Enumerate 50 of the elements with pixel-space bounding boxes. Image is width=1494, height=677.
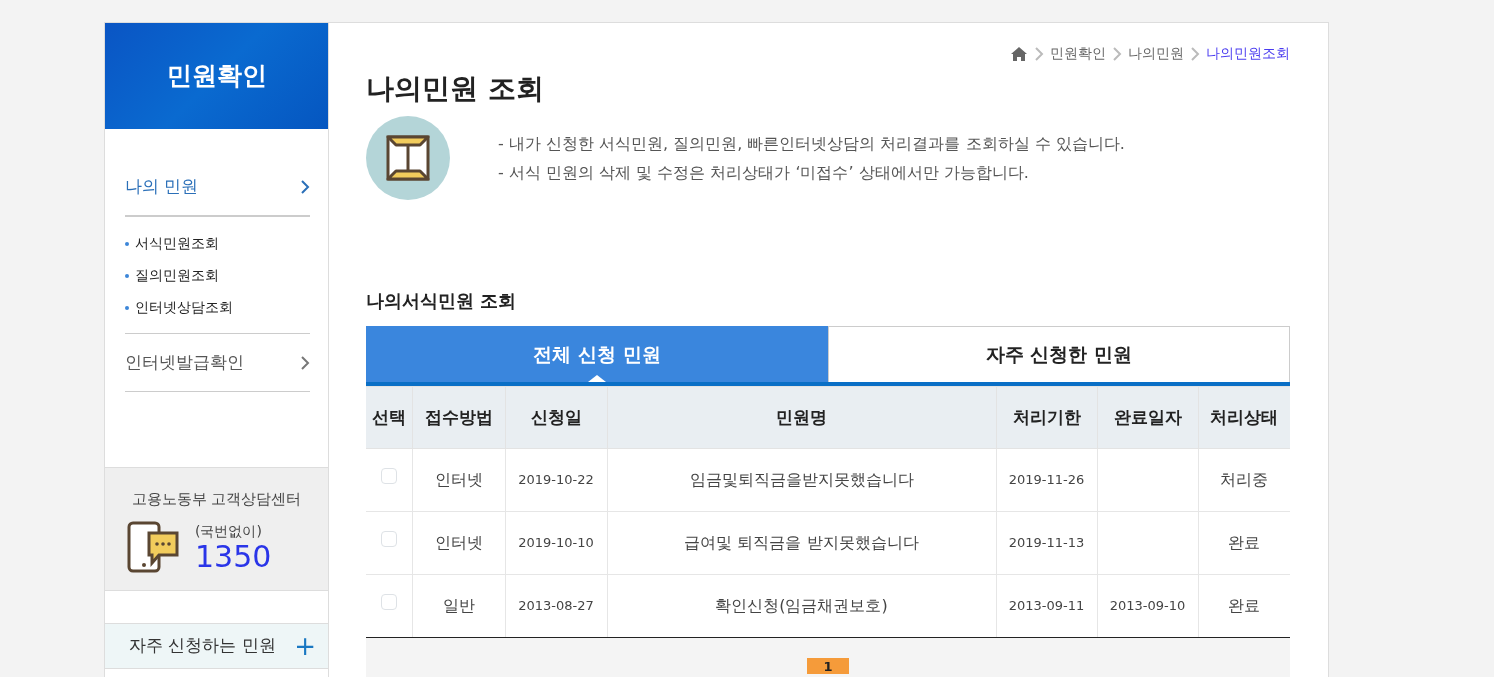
column-header: 선택	[366, 386, 412, 449]
notice-text: - 내가 신청한 서식민원, 질의민원, 빠른인터넷상담의 처리결과를 조회하실 수 있습니다.	[498, 132, 1125, 155]
page-button[interactable]: 1	[807, 658, 849, 675]
column-header: 처리기한	[996, 386, 1097, 449]
tab[interactable]: 전체 신청 민원	[366, 326, 828, 383]
column-header: 완료일자	[1097, 386, 1198, 449]
chevron-icon	[1190, 45, 1200, 62]
row-checkbox[interactable]	[380, 594, 397, 611]
chevron-icon	[300, 179, 310, 195]
page-title: 나의민원 조회	[366, 72, 545, 106]
tab[interactable]: 자주 신청한 민원	[828, 326, 1290, 383]
table-cell: 임금및퇴직금을받지못했습니다	[607, 448, 996, 512]
table-cell: 2019-11-13	[996, 511, 1097, 575]
column-header: 처리상태	[1198, 386, 1290, 449]
helpdesk-note: (국번없이)	[195, 522, 263, 541]
menu-item[interactable]: 인터넷발급확인	[125, 334, 310, 392]
home-icon[interactable]	[1010, 45, 1028, 62]
table-cell: 확인신청(임금채권보호)	[607, 574, 996, 638]
envelope-icon	[366, 115, 450, 200]
helpdesk-title: 고용노동부 고객상담센터	[130, 489, 303, 510]
column-header: 신청일	[505, 386, 607, 449]
table-cell: 2019-10-10	[505, 511, 607, 575]
table-cell: 2013-09-11	[996, 574, 1097, 638]
helpdesk-number: 1350	[195, 542, 272, 572]
column-header: 접수방법	[412, 386, 505, 449]
chevron-icon	[300, 354, 310, 371]
column-header: 민원명	[607, 386, 996, 449]
notice-text: - 서식 민원의 삭제 및 수정은 처리상태가 ‘미접수’ 상태에서만 가능합니다.	[498, 161, 1030, 184]
chevron-icon	[1112, 45, 1122, 62]
chevron-icon	[1034, 45, 1044, 62]
table-cell: 2019-11-26	[996, 448, 1097, 512]
table-cell: 2013-08-27	[505, 574, 607, 638]
submenu-item[interactable]: 질의민원조회	[125, 259, 310, 291]
table-cell: 급여및 퇴직금을 받지못했습니다	[607, 511, 996, 575]
sidebar-title: 민원확인	[166, 60, 267, 93]
table-cell: 일반	[412, 574, 505, 638]
favorites-label: 자주 신청하는 민원	[129, 634, 276, 658]
expand-button[interactable]: +	[294, 633, 316, 659]
breadcrumb-link[interactable]: 나의민원	[1128, 43, 1184, 64]
row-checkbox[interactable]	[380, 468, 397, 485]
table-cell: 2013-09-10	[1097, 574, 1198, 638]
table-cell: 2019-10-22	[505, 448, 607, 512]
row-checkbox[interactable]	[380, 531, 397, 548]
submenu-item[interactable]: 서식민원조회	[125, 227, 310, 259]
menu-item[interactable]: 나의 민원	[125, 159, 310, 217]
table-cell: 인터넷	[412, 511, 505, 575]
submenu-item[interactable]: 인터넷상담조회	[125, 291, 310, 323]
table-cell: 인터넷	[412, 448, 505, 512]
section-title: 나의서식민원 조회	[366, 289, 518, 312]
breadcrumb-link[interactable]: 민원확인	[1050, 43, 1106, 64]
